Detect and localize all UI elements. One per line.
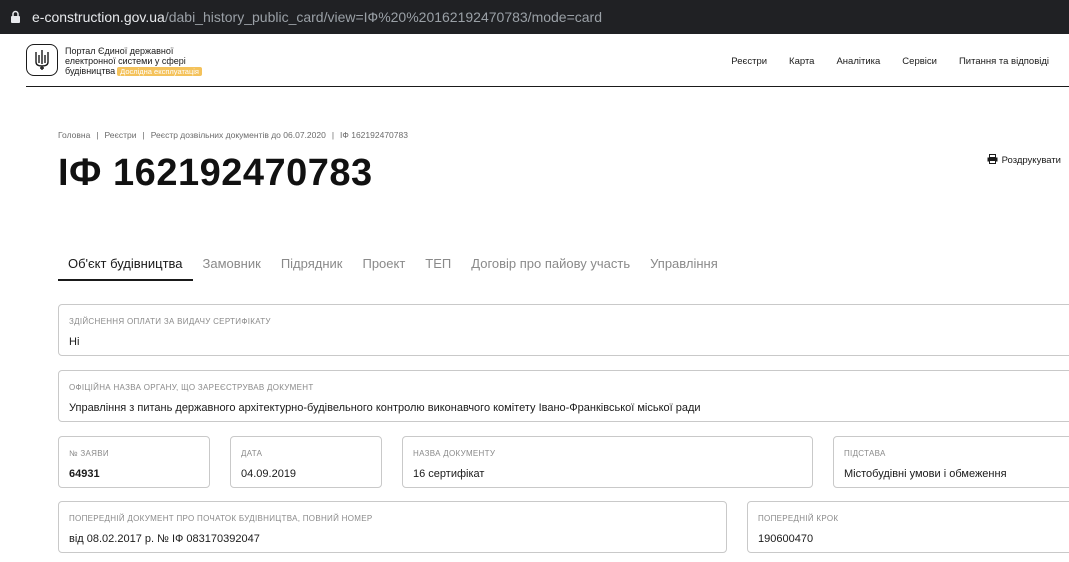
breadcrumb-separator: | — [96, 130, 99, 140]
tab-project[interactable]: Проект — [352, 250, 415, 281]
portal-title-line2: електронної системи у сфері — [65, 56, 186, 66]
tab-equity-agreement[interactable]: Договір про пайову участь — [461, 250, 640, 281]
previous-document-field: Попередній документ про початок будівниц… — [58, 501, 727, 553]
application-number-field: № заяви 64931 — [58, 436, 210, 488]
field-value: Управління з питань державного архітекту… — [69, 402, 701, 414]
nav-item-services[interactable]: Сервіси — [902, 56, 937, 67]
field-value: 04.09.2019 — [241, 468, 297, 480]
previous-step-field: Попередній крок 190600470 — [747, 501, 1069, 553]
date-field: Дата 04.09.2019 — [230, 436, 382, 488]
field-value: 64931 — [69, 468, 100, 480]
nav-item-analytics[interactable]: Аналітика — [836, 56, 880, 67]
tab-object[interactable]: Об'єкт будівництва — [58, 250, 193, 281]
field-label: Підстава — [844, 449, 886, 458]
lock-icon — [10, 10, 22, 24]
field-label: Офіційна назва органу, що зареєстрував д… — [69, 383, 314, 392]
payment-field: Здійснення оплати за видачу сертифікату … — [58, 304, 1069, 356]
printer-icon — [987, 154, 998, 167]
breadcrumb: Головна | Реєстри | Реєстр дозвільних доку… — [58, 130, 408, 140]
breadcrumb-separator: | — [331, 130, 335, 140]
nav-item-faq[interactable]: Питання та відповіді — [959, 56, 1049, 67]
breadcrumb-separator: | — [142, 130, 145, 140]
field-label: Дата — [241, 449, 263, 458]
field-label: Попередній крок — [758, 514, 839, 523]
print-label: Роздрукувати — [1001, 155, 1061, 166]
main-nav: Реєстри Карта Аналітика Сервіси Питання … — [731, 56, 1049, 67]
tab-contractor[interactable]: Підрядник — [271, 250, 353, 281]
document-name-field: Назва документу 16 сертифікат — [402, 436, 813, 488]
tab-customer[interactable]: Замовник — [193, 250, 271, 281]
browser-url-bar[interactable]: e-construction.gov.ua/dabi_history_publi… — [0, 0, 1069, 34]
field-value: Ні — [69, 336, 80, 348]
tab-management[interactable]: Управління — [640, 250, 728, 281]
field-label: Попередній документ про початок будівниц… — [69, 514, 373, 523]
field-value: Містобудівні умови і обмеження — [844, 468, 1007, 480]
breadcrumb-registry[interactable]: Реєстр дозвільних документів до 06.07.20… — [151, 130, 326, 140]
field-label: Назва документу — [413, 449, 496, 458]
nav-item-map[interactable]: Карта — [789, 56, 814, 67]
trial-badge: Дослідна експлуатація — [117, 67, 202, 76]
basis-field: Підстава Містобудівні умови і обмеження — [833, 436, 1069, 488]
print-button[interactable]: Роздрукувати — [987, 154, 1061, 167]
authority-field: Офіційна назва органу, що зареєстрував д… — [58, 370, 1069, 422]
trident-logo-icon[interactable] — [26, 44, 58, 76]
breadcrumb-registries[interactable]: Реєстри — [105, 130, 137, 140]
portal-title-line3: будівництва — [65, 66, 116, 76]
site-header: Портал Єдиної державної електронної сист… — [26, 34, 1069, 87]
field-value: 16 сертифікат — [413, 468, 485, 480]
tab-bar: Об'єкт будівництва Замовник Підрядник Пр… — [58, 250, 728, 281]
breadcrumb-home[interactable]: Головна — [58, 130, 90, 140]
tab-tep[interactable]: ТЕП — [415, 250, 461, 281]
portal-title-line1: Портал Єдиної державної — [65, 46, 174, 56]
field-label: № заяви — [69, 449, 109, 458]
field-label: Здійснення оплати за видачу сертифікату — [69, 317, 271, 326]
breadcrumb-current: ІФ 162192470783 — [340, 130, 408, 140]
field-value: 190600470 — [758, 533, 814, 545]
page-title: ІФ 162192470783 — [58, 152, 373, 194]
url-text[interactable]: e-construction.gov.ua/dabi_history_publi… — [32, 9, 602, 25]
nav-item-registries[interactable]: Реєстри — [731, 56, 767, 67]
portal-title[interactable]: Портал Єдиної державної електронної сист… — [65, 46, 202, 76]
field-value: від 08.02.2017 р. № ІФ 083170392047 — [69, 533, 260, 545]
